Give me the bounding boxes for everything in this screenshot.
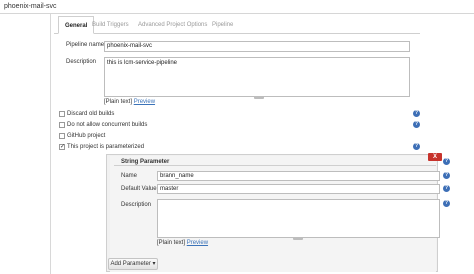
help-icon[interactable]: ? [443, 172, 450, 179]
help-icon[interactable]: ? [413, 110, 420, 117]
preview-link[interactable]: Preview [187, 240, 208, 246]
description-resize-grip[interactable] [254, 96, 264, 99]
tab-general[interactable]: General [58, 16, 95, 34]
config-tab-bar: General Build Triggers Advanced Project … [54, 16, 420, 34]
parameterized-label: This project is parameterized [67, 144, 145, 150]
tab-pipeline[interactable]: Pipeline [212, 16, 233, 34]
help-icon[interactable]: ? [443, 200, 450, 207]
help-icon[interactable]: ? [443, 185, 450, 192]
parameter-header-divider [114, 165, 436, 166]
description-label: Description [66, 59, 97, 65]
breadcrumb-project[interactable]: phoenix-mail-svc [4, 3, 57, 10]
param-name-label: Name [121, 173, 138, 179]
breadcrumb-divider [0, 13, 474, 14]
delete-parameter-button[interactable]: X [428, 153, 442, 161]
no-concurrent-builds-label: Do not allow concurrent builds [67, 122, 148, 128]
tab-build-triggers[interactable]: Build Triggers [92, 16, 129, 34]
help-icon[interactable]: ? [413, 143, 420, 150]
github-project-checkbox[interactable] [59, 133, 65, 139]
discard-old-builds-checkbox[interactable] [59, 111, 65, 117]
help-icon[interactable]: ? [413, 121, 420, 128]
description-format-hint: [Plain text] Preview [104, 99, 155, 105]
chevron-down-icon: ▾ [152, 261, 156, 267]
no-concurrent-builds-checkbox[interactable] [59, 122, 65, 128]
help-icon[interactable]: ? [443, 158, 450, 165]
side-panel-border [50, 14, 51, 274]
param-name-input[interactable]: brann_name [157, 171, 440, 181]
param-description-label: Description [121, 202, 152, 208]
param-description-format-hint: [Plain text] Preview [157, 240, 208, 246]
parameterized-checkbox[interactable] [59, 143, 65, 150]
description-textarea[interactable]: this is lcm-service-pipeline [104, 57, 410, 97]
param-description-resize-grip[interactable] [293, 237, 303, 240]
discard-old-builds-label: Discard old builds [67, 111, 115, 117]
pipeline-name-label: Pipeline name [66, 42, 105, 48]
plain-text-label: [Plain text] [104, 99, 133, 105]
github-project-label: GitHub project [67, 133, 106, 139]
add-parameter-button[interactable]: Add Parameter ▾ [108, 258, 158, 270]
tab-advanced-project-options[interactable]: Advanced Project Options [138, 16, 207, 34]
pipeline-name-input[interactable]: phoenix-mail-svc [104, 41, 410, 52]
param-default-value-input[interactable]: master [157, 184, 440, 194]
add-parameter-label: Add Parameter [110, 261, 151, 267]
param-description-textarea[interactable] [157, 199, 440, 238]
param-default-value-label: Default Value [121, 186, 157, 192]
plain-text-label: [Plain text] [157, 240, 186, 246]
preview-link[interactable]: Preview [134, 99, 155, 105]
